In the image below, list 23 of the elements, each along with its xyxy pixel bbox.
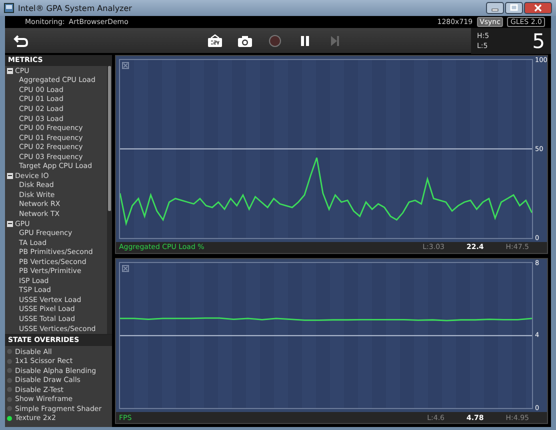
close-icon[interactable]	[122, 264, 129, 272]
scrollbar[interactable]	[107, 66, 112, 334]
status-dot[interactable]	[7, 368, 12, 374]
status-dot[interactable]	[7, 396, 12, 402]
status-dot[interactable]	[7, 378, 12, 383]
minimize-button[interactable]	[486, 2, 504, 14]
status-dot[interactable]	[7, 358, 12, 364]
close-icon[interactable]	[122, 62, 129, 69]
status-dot[interactable]	[7, 416, 12, 421]
back-arrow-icon[interactable]	[13, 34, 29, 48]
status-dot[interactable]	[7, 349, 12, 354]
close-button[interactable]	[524, 2, 552, 14]
collapse-icon[interactable]	[7, 68, 13, 74]
fps-value: 5	[532, 28, 545, 52]
collapse-icon[interactable]	[7, 172, 13, 179]
window-title: Intel® GPA System Analyzer	[18, 4, 133, 12]
status-dot[interactable]	[7, 387, 12, 392]
status-dot[interactable]	[7, 406, 12, 412]
csv-export-button[interactable]	[207, 34, 223, 48]
camera-button[interactable]	[237, 34, 253, 48]
app-icon	[4, 3, 14, 13]
collapse-icon[interactable]	[7, 220, 13, 227]
maximize-button[interactable]	[505, 2, 523, 14]
